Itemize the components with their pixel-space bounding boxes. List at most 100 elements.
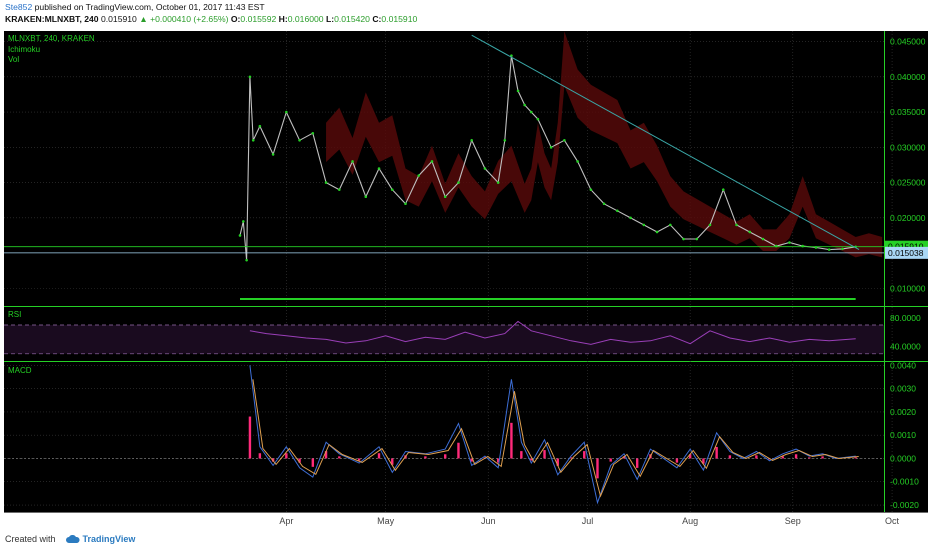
chart-canvas[interactable]: 0.045000 0.040000 0.035000 0.030000 0.025000… — [0, 27, 932, 527]
indicator-label: Ichimoku — [8, 45, 40, 54]
low-value: 0.015420 — [334, 14, 370, 24]
macd-histogram-bar — [543, 450, 546, 459]
price-point — [404, 202, 407, 206]
macd-histogram-bar — [596, 458, 599, 479]
macd-histogram-bar — [424, 456, 427, 459]
macd-histogram-bar — [821, 456, 824, 459]
price-tick-label: 0.020000 — [890, 213, 926, 223]
price-point — [549, 146, 553, 149]
price-point — [338, 188, 341, 191]
symbol-label: KRAKEN:MLNXBT, 240 — [5, 14, 99, 24]
macd-histogram-bar — [520, 451, 523, 459]
price-point — [602, 202, 606, 206]
macd-histogram-bar — [728, 455, 732, 459]
x-tick-label: Jun — [481, 516, 496, 526]
price-point — [669, 223, 672, 227]
author-link[interactable]: Ste852 — [5, 2, 32, 12]
macd-tick-label: 0.0000 — [890, 453, 916, 463]
last-value: 0.015910 — [100, 14, 137, 24]
plot-background — [4, 31, 884, 512]
close-value: 0.015910 — [381, 14, 418, 24]
price-point — [251, 138, 255, 142]
macd-histogram-bar — [715, 446, 718, 459]
macd-tick-label: 0.0010 — [890, 430, 916, 440]
macd-tick-label: 0.0030 — [890, 384, 916, 394]
price-point — [721, 188, 725, 191]
price-point — [536, 117, 540, 121]
x-tick-label: Apr — [279, 516, 293, 526]
price-tick-label: 0.035000 — [890, 107, 926, 117]
x-tick-label: May — [377, 516, 395, 526]
price-point — [735, 223, 738, 227]
published-text: published on TradingView.com, October 01… — [32, 2, 265, 12]
price-point — [748, 230, 752, 234]
price-point — [496, 181, 500, 184]
price-point — [589, 188, 593, 191]
indicator-label: Vol — [8, 55, 19, 64]
price-point — [470, 138, 474, 142]
price-point — [430, 160, 434, 163]
chart-root: { "header": { "author": "Ste852", "publi… — [0, 0, 932, 550]
price-tick-label: 0.010000 — [890, 283, 926, 293]
macd-histogram-bar — [808, 457, 811, 459]
macd-histogram-bar — [258, 453, 262, 459]
price-point — [351, 160, 354, 163]
macd-histogram-bar — [338, 456, 341, 459]
macd-histogram-bar — [854, 457, 857, 459]
macd-histogram-bar — [248, 416, 252, 459]
price-point — [483, 167, 487, 170]
created-with-text: Created with — [5, 534, 56, 544]
price-point — [616, 209, 619, 213]
price-point — [503, 138, 507, 142]
price-point — [516, 89, 520, 93]
price-point — [457, 181, 460, 184]
tradingview-brand[interactable]: TradingView — [83, 534, 136, 544]
footer: Created with TradingView — [5, 532, 135, 546]
high-label: H: — [278, 14, 288, 24]
price-point — [364, 195, 368, 199]
macd-histogram-bar — [444, 454, 447, 459]
price-point — [311, 131, 315, 135]
macd-histogram-bar — [609, 458, 612, 462]
price-point — [642, 223, 646, 227]
rsi-pane-title: RSI — [8, 310, 21, 319]
macd-histogram-bar — [311, 458, 315, 467]
macd-histogram-bar — [755, 455, 758, 459]
publish-line: Ste852 published on TradingView.com, Oct… — [5, 2, 932, 13]
macd-histogram-bar — [583, 451, 586, 459]
price-point — [841, 247, 844, 251]
price-point — [324, 181, 328, 184]
price-point — [695, 237, 699, 241]
price-point — [563, 138, 566, 142]
rsi-tick-label: 40.0000 — [890, 342, 921, 352]
macd-pane-title: MACD — [8, 366, 32, 375]
low-label: L: — [325, 14, 335, 24]
price-tick-label: 0.045000 — [890, 37, 926, 47]
x-tick-label: Aug — [682, 516, 698, 526]
price-point — [529, 110, 533, 114]
open-value: 0.015592 — [240, 14, 277, 24]
macd-tick-label: -0.0020 — [890, 500, 919, 510]
rsi-tick-label: 80.0000 — [890, 313, 921, 323]
macd-histogram-bar — [457, 442, 460, 459]
price-point — [248, 75, 252, 79]
macd-histogram-bar — [285, 453, 288, 459]
price-tick-label: 0.025000 — [890, 178, 926, 188]
price-point — [682, 237, 685, 241]
price-point — [258, 124, 262, 128]
tradingview-cloud-icon — [65, 535, 80, 543]
price-tick-label: 0.030000 — [890, 142, 926, 152]
macd-histogram-bar — [794, 454, 798, 459]
change-value: +0.000410 (+2.65%) — [150, 14, 229, 24]
price-point — [285, 110, 288, 114]
price-point — [242, 220, 245, 223]
open-label: O: — [230, 14, 241, 24]
price-point — [655, 230, 659, 234]
high-value: 0.016000 — [287, 14, 324, 24]
x-tick-label: Jul — [582, 516, 594, 526]
price-point — [417, 174, 421, 177]
macd-histogram-bar — [377, 453, 381, 459]
macd-histogram-bar — [357, 458, 361, 461]
price-point — [629, 216, 632, 220]
macd-tick-label: -0.0010 — [890, 477, 919, 487]
